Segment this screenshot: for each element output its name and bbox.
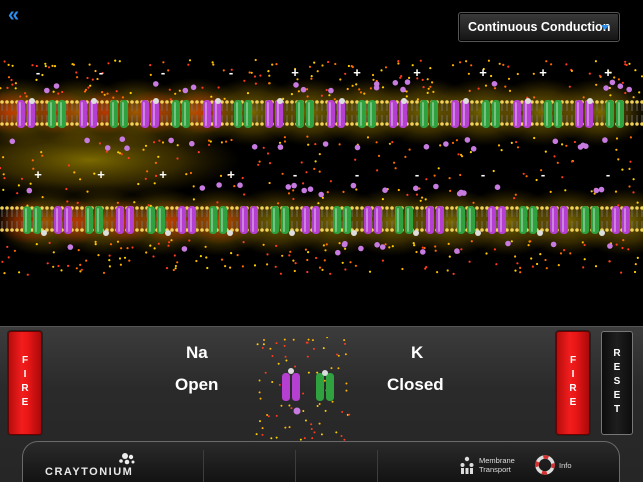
back-button[interactable]: « bbox=[8, 4, 28, 26]
bottom-toolbar: CRAYTONIUM Membrane Transport Info bbox=[22, 441, 620, 482]
lifebuoy-icon bbox=[535, 455, 555, 475]
lower-charge: - bbox=[540, 167, 546, 182]
lower-charge: + bbox=[227, 167, 235, 182]
upper-charge: + bbox=[539, 65, 547, 80]
upper-charge: + bbox=[291, 65, 299, 80]
upper-charge: + bbox=[413, 65, 421, 80]
membrane-transport-icon bbox=[460, 456, 474, 474]
upper-charge: + bbox=[479, 65, 487, 80]
upper-charge: - bbox=[160, 65, 166, 80]
lower-charge: - bbox=[414, 167, 420, 182]
conduction-mode-select[interactable]: Continuous Conduction bbox=[458, 12, 620, 42]
membrane-transport-button[interactable]: Membrane Transport bbox=[459, 452, 519, 478]
fire-button-right[interactable]: FIRE bbox=[556, 331, 590, 435]
upper-charge: + bbox=[353, 65, 361, 80]
lower-charge: - bbox=[605, 167, 611, 182]
channel-legend bbox=[255, 337, 351, 441]
k-channel-icon bbox=[316, 373, 334, 401]
chevron-down-icon bbox=[601, 25, 609, 30]
na-label: Na bbox=[186, 343, 208, 362]
conduction-mode-label: Continuous Conduction bbox=[468, 20, 611, 34]
na-state: Open bbox=[175, 375, 219, 394]
k-state: Closed bbox=[387, 375, 444, 394]
upper-charge: - bbox=[228, 65, 234, 80]
brand-name: CRAYTONIUM bbox=[45, 466, 134, 478]
upper-charge: - bbox=[35, 65, 41, 80]
reset-button[interactable]: RESET bbox=[601, 331, 633, 435]
craytonium-logo: CRAYTONIUM bbox=[45, 452, 151, 478]
simulation-area: « Continuous Conduction - - - - + + + + … bbox=[0, 0, 643, 326]
na-channel-icon bbox=[282, 373, 300, 401]
lower-charge: + bbox=[159, 167, 167, 182]
fire-button-label: FIRE bbox=[567, 355, 579, 411]
fire-button-label: FIRE bbox=[19, 355, 31, 411]
k-label: K bbox=[411, 343, 424, 362]
lower-charge: - bbox=[292, 167, 298, 182]
reset-button-label: RESET bbox=[611, 348, 623, 418]
axon-membrane-view bbox=[0, 58, 643, 276]
fire-button-left[interactable]: FIRE bbox=[8, 331, 42, 435]
lower-charge: - bbox=[480, 167, 486, 182]
upper-charge: - bbox=[98, 65, 104, 80]
control-panel: FIRE Na Open K Closed FIRE RESET CRAYTON… bbox=[0, 326, 643, 482]
logo-icon bbox=[119, 453, 135, 465]
lower-charge: + bbox=[97, 167, 105, 182]
membrane-transport-label: Membrane Transport bbox=[479, 456, 515, 474]
info-label: Info bbox=[559, 460, 572, 470]
lower-charge: + bbox=[34, 167, 42, 182]
double-chevron-left-icon: « bbox=[8, 4, 20, 26]
lower-charge: - bbox=[354, 167, 360, 182]
info-button[interactable]: Info bbox=[535, 452, 572, 478]
upper-charge: + bbox=[604, 65, 612, 80]
